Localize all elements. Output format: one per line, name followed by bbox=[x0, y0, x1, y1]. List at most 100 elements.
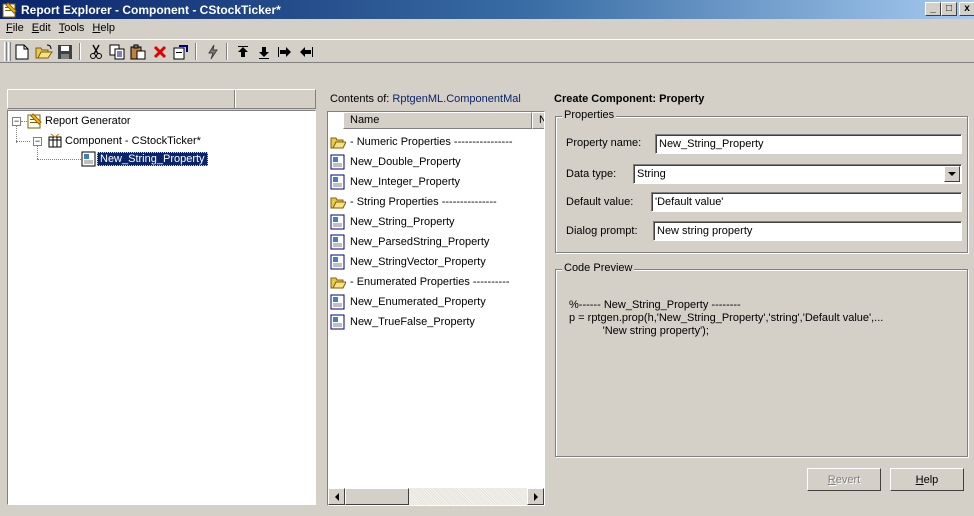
title-bar[interactable]: Report Explorer - Component - CStockTick… bbox=[0, 0, 974, 19]
folder-icon bbox=[330, 274, 347, 290]
toolbar bbox=[0, 39, 974, 63]
horizontal-scrollbar[interactable] bbox=[328, 488, 544, 505]
run-icon[interactable] bbox=[203, 42, 223, 62]
list-item[interactable]: New_StringVector_Property bbox=[330, 252, 544, 272]
toolbar-grip-2 bbox=[8, 42, 11, 61]
cut-icon[interactable] bbox=[86, 42, 106, 62]
chevron-down-icon[interactable] bbox=[944, 166, 960, 182]
column-header-name[interactable]: Name bbox=[343, 112, 532, 129]
dialog-prompt-label: Dialog prompt: bbox=[566, 225, 638, 237]
scroll-thumb[interactable] bbox=[345, 488, 409, 505]
default-value-input[interactable]: 'Default value' bbox=[651, 192, 962, 212]
list-item[interactable]: New_String_Property bbox=[330, 212, 544, 232]
list-item[interactable]: New_ParsedString_Property bbox=[330, 232, 544, 252]
minimize-button[interactable]: _ bbox=[925, 2, 941, 16]
list-item[interactable]: New_Enumerated_Property bbox=[330, 292, 544, 312]
collapse-component-icon[interactable]: − bbox=[33, 137, 42, 146]
column-header-n[interactable]: N bbox=[532, 112, 544, 129]
move-left-icon[interactable] bbox=[296, 42, 316, 62]
contents-path: RptgenML.ComponentMal bbox=[392, 93, 521, 105]
paste-icon[interactable] bbox=[128, 42, 148, 62]
property-icon bbox=[330, 154, 346, 170]
property-icon bbox=[81, 151, 97, 167]
list-item[interactable]: - String Properties --------------- bbox=[330, 192, 544, 212]
component-icon bbox=[47, 133, 63, 149]
folder-icon bbox=[330, 134, 347, 150]
new-icon[interactable] bbox=[12, 42, 32, 62]
list-item[interactable]: New_Double_Property bbox=[330, 152, 544, 172]
list-item[interactable]: New_TrueFalse_Property bbox=[330, 312, 544, 332]
list-item-label: New_String_Property bbox=[350, 216, 455, 228]
menu-edit[interactable]: Edit bbox=[28, 22, 55, 34]
help-button-label: Help bbox=[915, 473, 939, 486]
code-preview-group-label: Code Preview bbox=[562, 262, 635, 274]
help-button[interactable]: Help bbox=[890, 468, 964, 491]
property-name-input[interactable]: New_String_Property bbox=[655, 134, 962, 154]
data-type-select[interactable]: String bbox=[633, 164, 962, 184]
close-button[interactable]: x bbox=[959, 2, 974, 16]
revert-button-label: Revert bbox=[827, 473, 861, 486]
delete-icon[interactable] bbox=[150, 42, 170, 62]
property-icon bbox=[330, 314, 346, 330]
toolbar-separator bbox=[226, 43, 228, 60]
open-icon[interactable] bbox=[34, 42, 54, 62]
report-icon[interactable] bbox=[171, 42, 191, 62]
property-icon bbox=[330, 294, 346, 310]
window-title: Report Explorer - Component - CStockTick… bbox=[21, 2, 281, 17]
list-item-label: New_TrueFalse_Property bbox=[350, 316, 475, 328]
code-preview-line: p = rptgen.prop(h,'New_String_Property',… bbox=[569, 312, 884, 324]
move-down-icon[interactable] bbox=[254, 42, 274, 62]
list-item[interactable]: - Enumerated Properties ---------- bbox=[330, 272, 544, 292]
contents-of-label: Contents of: bbox=[330, 93, 390, 105]
revert-button[interactable]: Revert bbox=[807, 468, 881, 491]
contents-list[interactable]: Name N - Numeric Properties ------------… bbox=[327, 111, 545, 506]
toolbar-separator bbox=[195, 43, 197, 60]
property-icon bbox=[330, 174, 346, 190]
toolbar-separator bbox=[79, 43, 81, 60]
code-preview-group: Code Preview bbox=[555, 262, 968, 457]
tree-line bbox=[37, 159, 81, 160]
tree-node-selected-property[interactable]: New_String_Property bbox=[81, 151, 208, 167]
properties-group-label: Properties bbox=[562, 109, 617, 121]
tree-line bbox=[37, 145, 38, 159]
maximize-button[interactable]: □ bbox=[941, 2, 957, 16]
report-tree[interactable]: − Report Generator − Component - CStockT… bbox=[7, 110, 316, 505]
toolbar-grip[interactable] bbox=[4, 42, 7, 61]
save-icon[interactable] bbox=[55, 42, 75, 62]
tree-node-component[interactable]: Component - CStockTicker* bbox=[47, 133, 203, 149]
list-item[interactable]: - Numeric Properties ---------------- bbox=[330, 132, 544, 152]
tree-node-label: New_String_Property bbox=[97, 152, 208, 166]
default-value-label: Default value: bbox=[566, 196, 634, 208]
list-item-label: New_StringVector_Property bbox=[350, 256, 486, 268]
tree-node-report-generator[interactable]: Report Generator bbox=[27, 113, 133, 129]
tree-node-label: Report Generator bbox=[45, 115, 131, 127]
tree-node-label: Component - CStockTicker* bbox=[65, 135, 201, 147]
list-item[interactable]: New_Integer_Property bbox=[330, 172, 544, 192]
move-up-icon[interactable] bbox=[233, 42, 253, 62]
list-item-label: New_ParsedString_Property bbox=[350, 236, 490, 248]
property-icon bbox=[330, 214, 346, 230]
menu-bar: File Edit Tools Help bbox=[0, 19, 974, 37]
property-name-label: Property name: bbox=[566, 137, 642, 149]
copy-icon[interactable] bbox=[107, 42, 127, 62]
tree-line bbox=[16, 141, 30, 142]
move-right-icon[interactable] bbox=[275, 42, 295, 62]
scroll-right-button[interactable] bbox=[527, 488, 544, 505]
list-item-label: New_Enumerated_Property bbox=[350, 296, 486, 308]
contents-label: Contents of: RptgenML.ComponentMal bbox=[330, 93, 521, 105]
dialog-prompt-input[interactable]: New string property bbox=[653, 221, 962, 241]
list-item-label: New_Double_Property bbox=[350, 156, 461, 168]
list-item-label: New_Integer_Property bbox=[350, 176, 461, 188]
list-item-label: - String Properties --------------- bbox=[350, 196, 497, 208]
menu-tools[interactable]: Tools bbox=[55, 22, 89, 34]
tree-header-divider[interactable] bbox=[234, 90, 236, 108]
menu-file[interactable]: File bbox=[2, 22, 28, 34]
scroll-left-button[interactable] bbox=[328, 488, 345, 505]
code-preview-line: 'New string property'); bbox=[569, 325, 709, 337]
report-generator-icon bbox=[27, 113, 43, 129]
property-icon bbox=[330, 234, 346, 250]
collapse-root-icon[interactable]: − bbox=[12, 117, 21, 126]
page-title: Create Component: Property bbox=[554, 93, 705, 105]
menu-help[interactable]: Help bbox=[88, 22, 119, 34]
property-icon bbox=[330, 254, 346, 270]
